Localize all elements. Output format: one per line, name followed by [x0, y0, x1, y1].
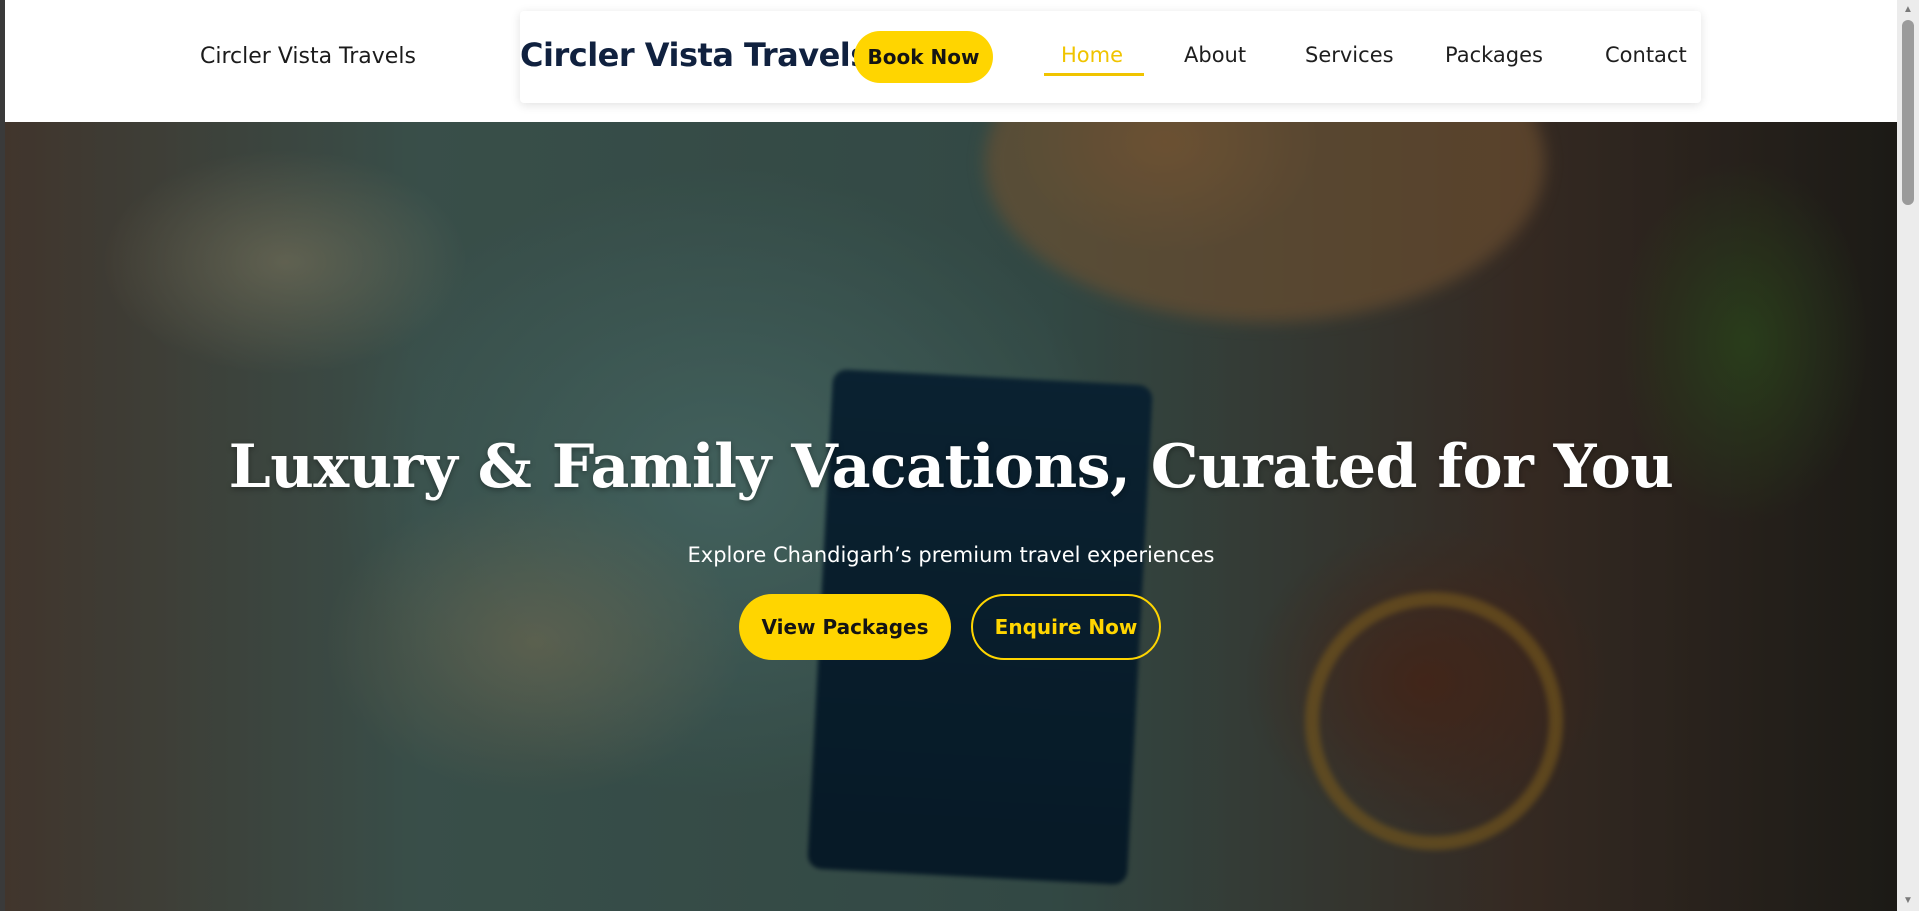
scroll-down-icon[interactable]: ▼ — [1897, 891, 1919, 911]
book-now-button[interactable]: Book Now — [854, 31, 993, 83]
site-header: Circler Vista Travels Circler Vista Trav… — [5, 0, 1897, 122]
nav-link-services[interactable]: Services — [1305, 43, 1394, 67]
hero-subtitle: Explore Chandigarh’s premium travel expe… — [687, 543, 1215, 567]
nav-link-home[interactable]: Home — [1061, 43, 1123, 67]
page: Circler Vista Travels Circler Vista Trav… — [5, 0, 1897, 911]
vertical-scrollbar[interactable]: ▲ ▼ — [1897, 0, 1919, 911]
view-packages-button[interactable]: View Packages — [739, 594, 951, 660]
site-name: Circler Vista Travels — [200, 44, 416, 69]
hero-overlay — [5, 122, 1897, 911]
nav-link-packages[interactable]: Packages — [1445, 43, 1543, 67]
enquire-now-button[interactable]: Enquire Now — [971, 594, 1161, 660]
hero-title: Luxury & Family Vacations, Curated for Y… — [228, 432, 1674, 502]
main-navigation: Circler Vista Travels Book Now Home Abou… — [520, 11, 1701, 103]
brand-logo[interactable]: Circler Vista Travels — [520, 36, 869, 74]
scroll-up-icon[interactable]: ▲ — [1897, 0, 1919, 20]
scrollbar-thumb[interactable] — [1902, 20, 1914, 205]
nav-link-contact[interactable]: Contact — [1605, 43, 1687, 67]
nav-active-underline — [1044, 73, 1144, 76]
hero-section: Luxury & Family Vacations, Curated for Y… — [5, 122, 1897, 911]
nav-link-about[interactable]: About — [1184, 43, 1246, 67]
